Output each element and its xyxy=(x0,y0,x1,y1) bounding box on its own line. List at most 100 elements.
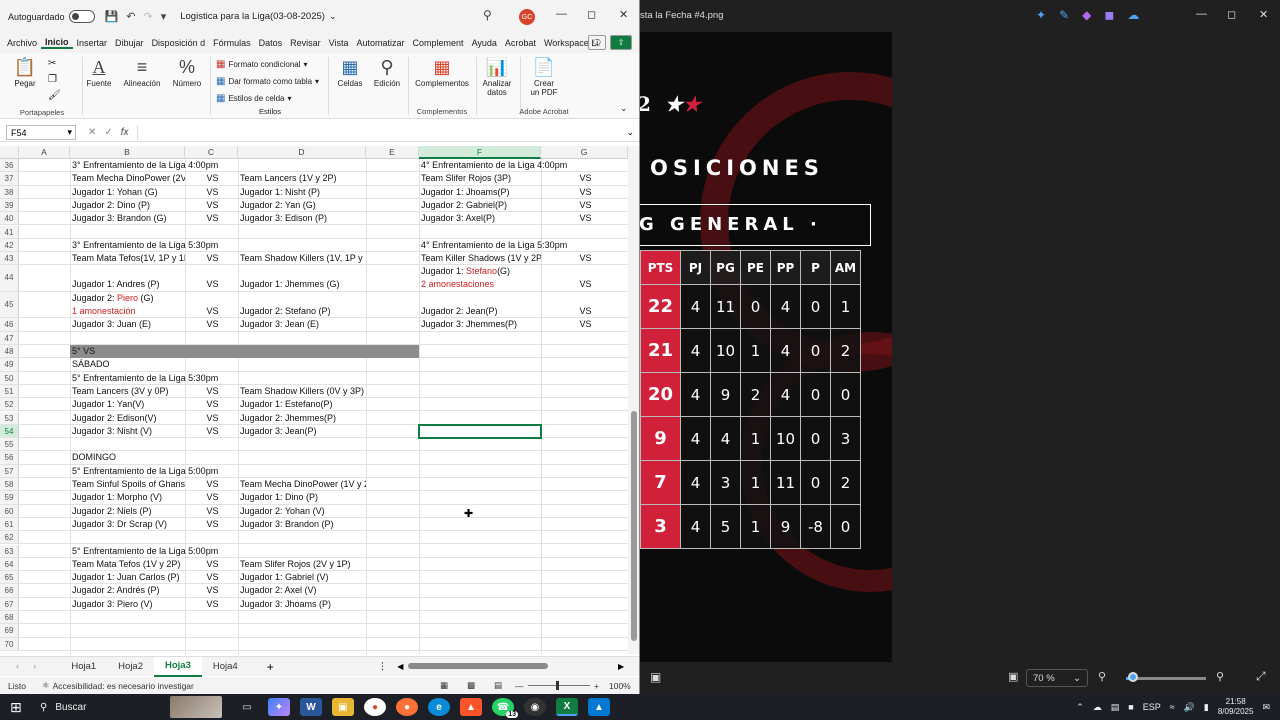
editing-button[interactable]: ⚲ Edición xyxy=(370,57,404,88)
next-sheet-icon[interactable]: › xyxy=(33,661,36,672)
row-header[interactable]: 45 xyxy=(0,291,19,318)
cell-f[interactable]: Jugador 1: Jhoams(P) xyxy=(419,186,541,199)
cell-b[interactable]: 3° Enfrentamiento de la Liga 4:00pm xyxy=(70,159,238,172)
search-highlight-image[interactable] xyxy=(170,696,222,718)
vertical-scroll-thumb[interactable] xyxy=(631,411,637,641)
tab-dibujar[interactable]: Dibujar xyxy=(111,38,148,48)
excel-app-icon[interactable]: X xyxy=(556,698,578,716)
name-box[interactable]: F54 ▾ xyxy=(6,125,76,140)
cell-d[interactable]: Team Shadow Killers (0V y 3P) xyxy=(238,385,366,398)
cell-c[interactable]: VS xyxy=(185,518,238,531)
row-header[interactable]: 65 xyxy=(0,571,19,584)
fullscreen-icon[interactable]: ⤢ xyxy=(1256,669,1266,684)
share-icon[interactable]: ⇧ xyxy=(610,35,632,50)
cell-b[interactable]: Jugador 2: Piero (G) xyxy=(70,292,185,305)
viewer-zoom-select[interactable]: 70 % ⌄ xyxy=(1026,669,1088,687)
cell-c[interactable]: VS xyxy=(185,252,238,265)
page-layout-icon[interactable]: ▩ xyxy=(467,680,475,691)
row-header[interactable]: 36 xyxy=(0,159,19,172)
windows-start-icon[interactable]: ⊞ xyxy=(10,699,22,716)
cell-f[interactable]: Jugador 3: Jhemmes(P) xyxy=(419,318,541,331)
normal-view-icon[interactable]: ▦ xyxy=(440,680,448,691)
row-header[interactable]: 47 xyxy=(0,331,19,344)
cell-c[interactable]: VS xyxy=(185,318,238,331)
title-chevron-down-icon[interactable]: ⌄ xyxy=(329,11,337,22)
select-all-corner[interactable] xyxy=(0,146,19,159)
taskbar-search[interactable]: ⚲ Buscar xyxy=(34,697,162,717)
accessibility-status[interactable]: Accesibilidad: es necesario investigar xyxy=(53,681,194,691)
cell-g[interactable]: VS xyxy=(541,186,628,199)
zoom-in-icon[interactable]: + xyxy=(594,681,599,691)
search-icon[interactable]: ⚲ xyxy=(483,8,492,22)
onedrive-icon[interactable]: ☁ xyxy=(1127,8,1139,22)
tray-chevron-icon[interactable]: ⌃ xyxy=(1076,702,1084,713)
row-header[interactable]: 56 xyxy=(0,451,19,464)
row-header[interactable]: 38 xyxy=(0,185,19,198)
cell-b[interactable]: Jugador 2: Niels (P) xyxy=(70,505,185,518)
task-view-icon[interactable]: ▭ xyxy=(236,698,258,716)
cell-c[interactable]: VS xyxy=(185,172,238,185)
viewer-close-icon[interactable]: ✕ xyxy=(1259,8,1268,21)
zoom-out-icon[interactable]: — xyxy=(515,681,524,691)
zoom-slider[interactable] xyxy=(528,685,590,686)
viewer-zoom-in-icon[interactable]: ⚲ xyxy=(1216,670,1224,683)
row-header[interactable]: 53 xyxy=(0,411,19,424)
cell-d[interactable]: Jugador 3: Edison (P) xyxy=(238,212,366,225)
tab-complementos[interactable]: Complement xyxy=(409,38,468,48)
accessibility-icon[interactable]: ⚛ xyxy=(42,680,50,691)
fit-icon[interactable]: ▣ xyxy=(1008,670,1018,683)
wifi-icon[interactable]: ≈ xyxy=(1170,702,1175,712)
customize-qat-icon[interactable]: ▾ xyxy=(161,10,167,23)
cell-d[interactable]: Jugador 3: Jhoams (P) xyxy=(238,598,366,611)
cell-d[interactable]: Jugador 1: Dino (P) xyxy=(238,491,366,504)
cell-d[interactable]: Jugador 3: Brandon (P) xyxy=(238,518,366,531)
cell-c[interactable]: VS xyxy=(185,305,238,318)
warning-note[interactable]: 1 amonestación xyxy=(70,305,185,318)
cell-g[interactable]: VS xyxy=(541,172,628,185)
number-button[interactable]: % Número xyxy=(168,57,206,88)
cell-c[interactable]: VS xyxy=(185,425,238,438)
autosave[interactable]: Autoguardado xyxy=(8,10,95,23)
cloud-icon[interactable]: ☁ xyxy=(1093,702,1102,713)
firefox-icon[interactable]: ● xyxy=(396,698,418,716)
document-title[interactable]: Logistica para la Liga(03-08-2025) xyxy=(180,11,325,22)
undo-icon[interactable]: ↶ xyxy=(126,10,135,23)
language-indicator[interactable]: ESP xyxy=(1143,702,1161,712)
row-header[interactable]: 44 xyxy=(0,265,19,291)
row-header[interactable]: 64 xyxy=(0,557,19,571)
cell-b[interactable]: Jugador 3: Piero (V) xyxy=(70,598,185,611)
cell-c[interactable]: VS xyxy=(185,398,238,411)
cell-b[interactable]: Jugador 3: Dr Scrap (V) xyxy=(70,518,185,531)
row-header[interactable]: 67 xyxy=(0,597,19,610)
row-header[interactable]: 39 xyxy=(0,198,19,212)
cell-c[interactable]: VS xyxy=(185,186,238,199)
row-header[interactable]: 61 xyxy=(0,517,19,531)
cell-d[interactable]: Jugador 3: Jean (E) xyxy=(238,318,366,331)
battery-icon[interactable]: ▮ xyxy=(1204,702,1209,713)
row-header[interactable]: 55 xyxy=(0,438,19,451)
create-pdf-button[interactable]: 📄 Crear un PDF xyxy=(524,57,564,97)
row-header[interactable]: 63 xyxy=(0,544,19,557)
file-explorer-icon[interactable]: ▣ xyxy=(332,698,354,716)
cell-c[interactable]: VS xyxy=(185,558,238,571)
spreadsheet-grid[interactable]: A B C D E F G 36 3° Enfrentamiento de la Liga 4:… xyxy=(0,146,628,654)
row-header[interactable]: 52 xyxy=(0,398,19,411)
cell-c[interactable]: VS xyxy=(185,412,238,425)
cell-d[interactable]: Jugador 1: Nisht (P) xyxy=(238,186,366,199)
sheet-tab-hoja2[interactable]: Hoja2 xyxy=(107,661,154,672)
tab-inicio[interactable]: Inicio xyxy=(41,37,73,49)
cell-g[interactable]: VS xyxy=(541,199,628,212)
cell-b[interactable]: Jugador 2: Edison(V) xyxy=(70,412,185,425)
sheet-tab-hoja3[interactable]: Hoja3 xyxy=(154,656,202,677)
row-header[interactable]: 40 xyxy=(0,212,19,225)
avatar[interactable]: GC xyxy=(519,9,535,25)
edge-icon[interactable]: e xyxy=(428,698,450,716)
cell-c[interactable]: VS xyxy=(185,598,238,611)
edit-icon[interactable]: ✎ xyxy=(1059,8,1069,22)
viewer-zoom-knob[interactable] xyxy=(1128,672,1138,682)
cell-b[interactable]: 5° Enfrentamiento de la Liga 5:30pm xyxy=(70,372,238,385)
sheet-tab-hoja4[interactable]: Hoja4 xyxy=(202,661,249,672)
cell-c[interactable]: VS xyxy=(185,199,238,212)
sheet-tab-hoja1[interactable]: Hoja1 xyxy=(60,661,107,672)
cell-b[interactable]: Team Mecha DinoPower (2V xyxy=(70,172,185,185)
